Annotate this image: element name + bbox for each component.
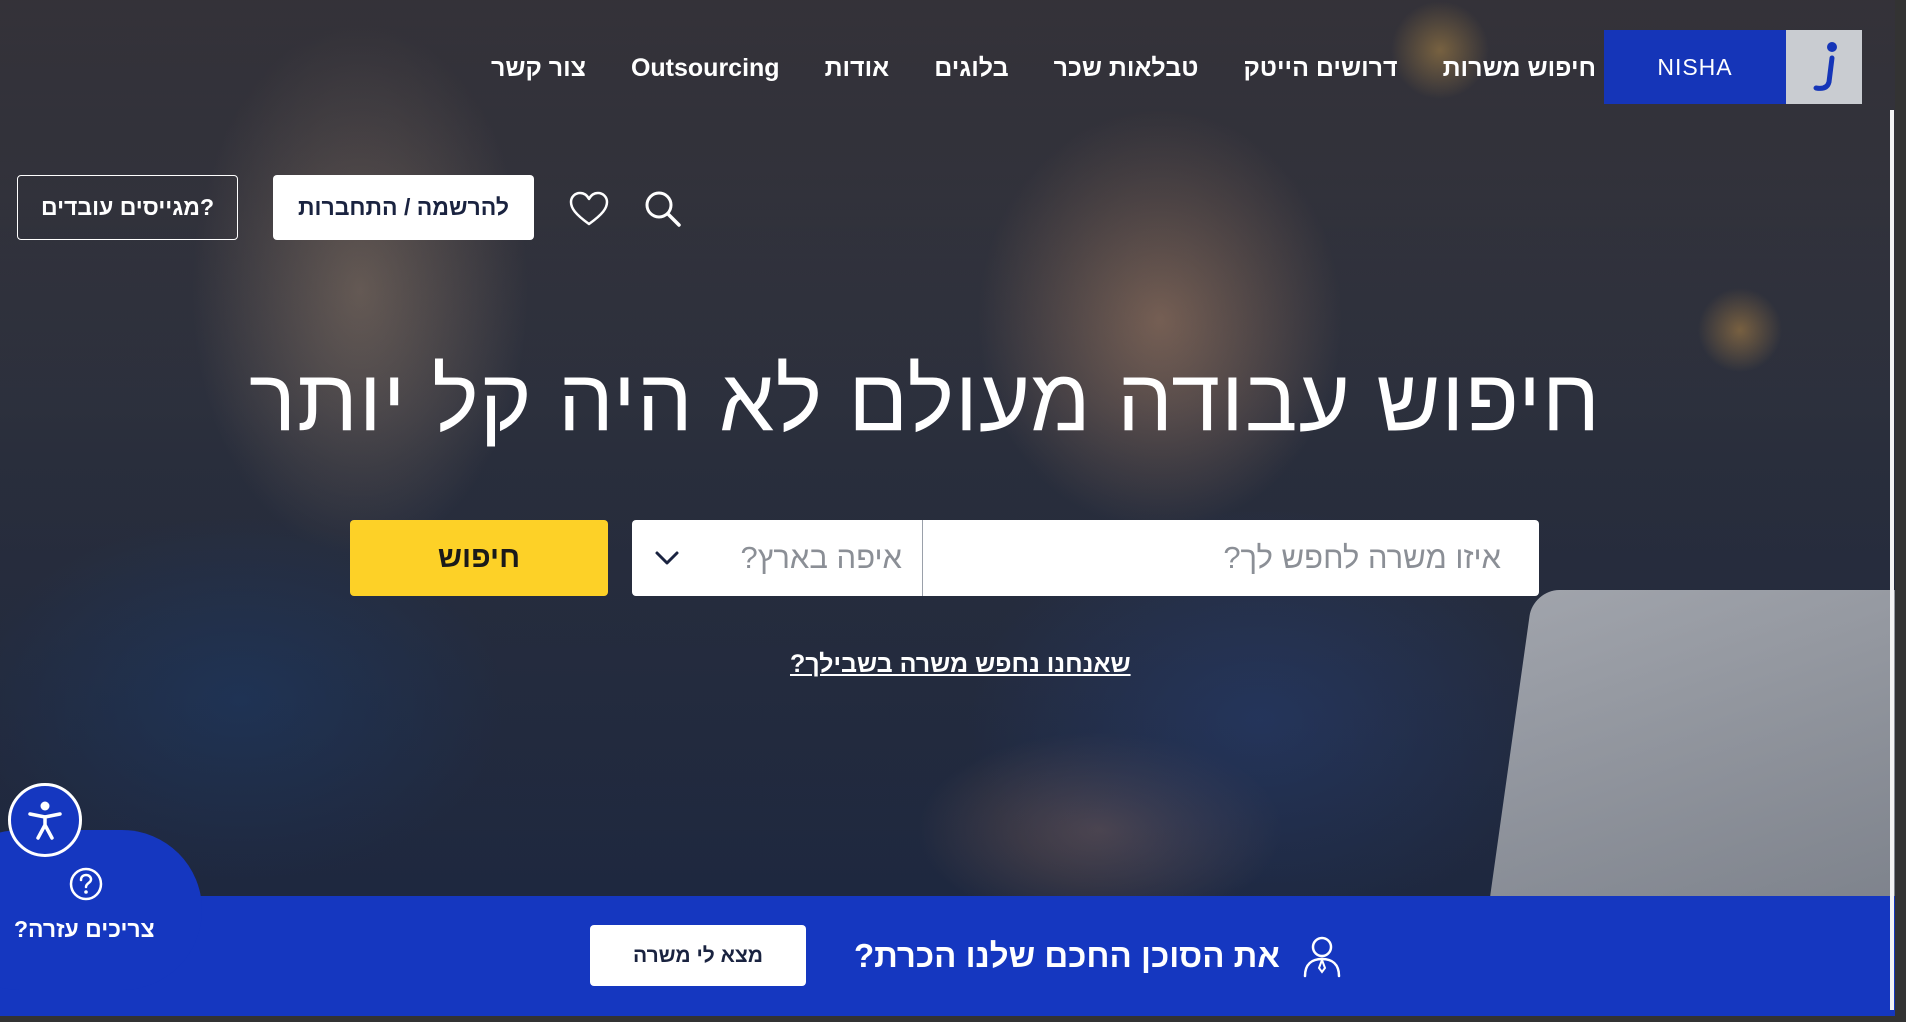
nav-item-contact[interactable]: צור קשר	[491, 54, 586, 83]
search-button[interactable]	[640, 186, 686, 232]
accessibility-button[interactable]	[8, 783, 82, 857]
help-widget-label: צריכים עזרה?	[14, 916, 155, 942]
smart-agent-text: את הסוכן החכם שלנו הכרת?	[854, 936, 1280, 974]
find-me-job-button[interactable]: מצא לי משרה	[590, 925, 806, 986]
hero-headline: חיפוש עבודה מעולם לא היה קל יותר	[249, 350, 1601, 449]
location-select[interactable]	[632, 520, 923, 596]
employers-button[interactable]: מגייסים עובדים?	[17, 175, 238, 240]
location-input[interactable]	[698, 540, 902, 576]
question-icon	[69, 867, 103, 901]
site-logo[interactable]: NISHA	[1604, 30, 1864, 104]
nav-item-blogs[interactable]: בלוגים	[934, 54, 1008, 83]
login-register-button[interactable]: להרשמה / התחברות	[273, 175, 534, 240]
search-inputs	[632, 520, 1539, 596]
heart-icon	[569, 191, 609, 226]
favorites-button[interactable]	[566, 186, 612, 232]
user-icon	[1303, 936, 1341, 977]
main-nav: חיפוש משרות דרושים הייטק טבלאות שכר בלוג…	[491, 54, 1596, 83]
job-query-field[interactable]	[923, 520, 1539, 596]
search-submit-button[interactable]: חיפוש	[350, 520, 608, 596]
logo-mark-icon	[1786, 30, 1862, 104]
laptop-photo-detail	[1486, 590, 1895, 920]
nav-item-job-search[interactable]: חיפוש משרות	[1443, 54, 1596, 83]
nav-item-hightech-jobs[interactable]: דרושים הייטק	[1243, 54, 1397, 83]
nav-item-about[interactable]: אודות	[825, 54, 890, 83]
accessibility-icon	[28, 801, 62, 840]
page-scrollbar[interactable]	[1890, 110, 1894, 1010]
job-search-form: חיפוש	[350, 520, 1539, 596]
nav-item-salary-tables[interactable]: טבלאות שכר	[1054, 54, 1199, 83]
search-icon	[645, 191, 681, 227]
search-for-me-link[interactable]: שאנחנו נחפש משרה בשבילך?	[790, 650, 1131, 679]
nav-item-outsourcing[interactable]: Outsourcing	[631, 54, 780, 83]
smart-agent-content: מצא לי משרה את הסוכן החכם שלנו הכרת?	[590, 925, 1342, 986]
logo-wordmark: NISHA	[1604, 30, 1786, 104]
job-query-input[interactable]	[961, 540, 1501, 576]
smart-agent-promo: את הסוכן החכם שלנו הכרת?	[854, 934, 1342, 978]
chevron-down-icon	[655, 551, 679, 565]
hero-background-photo	[0, 0, 1895, 1016]
